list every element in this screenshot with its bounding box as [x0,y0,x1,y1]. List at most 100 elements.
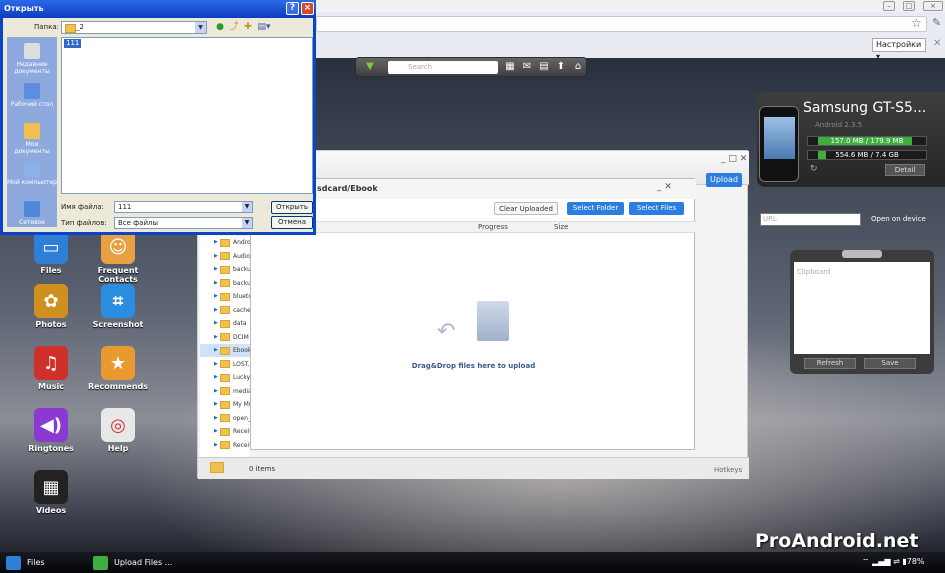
tree-item[interactable]: ▶Receiv [200,425,250,438]
tree-item[interactable]: ▶ cache [200,304,250,317]
tree-item[interactable]: ▶bluetoo [200,290,250,303]
hotkeys-link[interactable]: Hotkeys [714,466,742,474]
tree-item[interactable]: ▶LuckyP [200,371,250,384]
place-documents[interactable]: Мои документы [7,123,57,155]
select-files-button[interactable]: Select Files [629,202,684,215]
open-button[interactable]: Открыть [271,201,313,214]
upload-window-controls[interactable]: _ ✕ [657,182,672,192]
home-icon[interactable]: ⌂ [572,61,584,73]
expand-icon[interactable]: ▶ [214,385,218,398]
taskbar-files[interactable]: Files [6,555,45,570]
expand-icon[interactable]: ▶ [214,425,218,438]
select-folder-button[interactable]: Select Folder [567,202,624,215]
tree-item[interactable]: ▶ Ebook [200,344,250,357]
tree-item[interactable]: ▶ Audio [200,250,250,263]
desktop-icon-videos[interactable]: ▦ Videos [16,470,86,515]
expand-icon[interactable]: ▶ [214,277,218,290]
filename-input[interactable]: 111 ▼ [114,201,253,213]
url-input[interactable]: URL [760,213,861,226]
desktop-icon-music[interactable]: ♫ Music [16,346,86,391]
close-icon[interactable]: × [301,2,314,15]
expand-icon[interactable]: ▶ [214,344,218,357]
drop-zone-message[interactable]: Drag&Drop files here to upload [251,362,696,370]
open-on-device-button[interactable]: Open on device [871,215,926,223]
upload-button[interactable]: Upload [706,173,742,187]
expand-icon[interactable]: ▶ [214,398,218,411]
expand-icon[interactable]: ▶ [214,412,218,425]
expand-icon[interactable]: ▶ [214,250,218,263]
folder-label: Папка: [34,23,60,31]
desktop-icon-recommends[interactable]: ★ Recommends [83,346,153,391]
tree-item[interactable]: ▶My Mu [200,398,250,411]
chevron-down-icon[interactable]: ▼ [242,202,252,212]
tree-item[interactable]: ▶ media [200,385,250,398]
maximize-icon[interactable]: □ [903,1,915,11]
close-panel-icon[interactable]: ✕ [933,38,941,49]
view-menu-icon[interactable]: ▤▾ [256,21,272,33]
expand-icon[interactable]: ▶ [214,358,218,371]
folder-icon [220,441,230,449]
folder-select[interactable]: _2 ▼ [61,21,207,34]
chevron-down-icon[interactable]: ▼ [242,218,252,228]
desktop-icon-screenshot[interactable]: ⌗ Screenshot [83,284,153,329]
search-input[interactable]: Search [388,61,498,74]
tree-item[interactable]: ▶backup [200,263,250,276]
clipboard-textarea[interactable]: Clipboard [794,262,930,354]
expand-icon[interactable]: ▶ [214,317,218,330]
back-icon[interactable]: ● [214,21,226,33]
place-desktop[interactable]: Рабочий стол [7,83,57,108]
settings-dropdown[interactable]: Настройки ▾ [872,38,926,61]
desktop-icon-frequent-contacts[interactable]: ☺ Frequent Contacts [83,230,153,284]
upload-icon[interactable]: ⬆ [555,61,567,73]
help-icon[interactable]: ? [286,2,299,15]
star-icon[interactable]: ☆ [911,16,922,30]
place-computer[interactable]: Мой компьютер [7,161,57,186]
expand-icon[interactable]: ▶ [214,331,218,344]
clipboard-save-button[interactable]: Save [864,358,916,369]
speaker-icon: ◀) [34,408,68,442]
wrench-icon[interactable]: ✎ [932,16,941,29]
expand-icon[interactable]: ▶ [214,439,218,452]
taskbar-upload[interactable]: Upload Files ... [93,555,172,570]
refresh-icon[interactable]: ↻ [810,164,818,174]
tree-item[interactable]: ▶backup [200,277,250,290]
clear-uploaded-button[interactable]: Clear Uploaded [494,202,558,215]
tree-item[interactable]: ▶Receiv [200,439,250,452]
tree-item[interactable]: ▶ DCIM [200,331,250,344]
tree-item[interactable]: ▶open_s [200,412,250,425]
tree-item[interactable]: ▶ data [200,317,250,330]
cancel-button[interactable]: Отмена [271,216,313,229]
place-network[interactable]: Сетевое [7,201,57,226]
filetype-select[interactable]: Все файлы ▼ [114,217,253,229]
list-icon[interactable]: ▤ [538,61,550,73]
address-bar[interactable] [316,16,927,32]
expand-icon[interactable]: ▶ [214,236,218,249]
open-file-dialog: Открыть ? × Папка: _2 ▼ ● ⤴ ✚ ▤▾ Недавние… [0,0,316,235]
desktop-icon-help[interactable]: ◎ Help [83,408,153,453]
place-recent[interactable]: Недавние документы [7,43,57,75]
expand-icon[interactable]: ▶ [214,290,218,303]
tree-item[interactable]: ▶Androi [200,236,250,249]
clipboard-refresh-button[interactable]: Refresh [804,358,856,369]
up-folder-icon[interactable]: ⤴ [228,21,240,33]
chevron-down-icon[interactable]: ▼ [195,22,206,33]
desktop-icon-ringtones[interactable]: ◀) Ringtones [16,408,86,453]
expand-icon[interactable]: ▶ [214,371,218,384]
detail-button[interactable]: Detail [885,164,925,176]
close-icon[interactable]: × [923,1,943,11]
arrow-icon: ↶ [437,319,456,344]
window-controls[interactable]: _ □ ✕ [721,154,747,164]
new-folder-icon[interactable]: ✚ [242,21,254,33]
desktop-icon-photos[interactable]: ✿ Photos [16,284,86,329]
minimize-icon[interactable]: – [883,1,895,11]
apps-icon[interactable]: ▦ [504,61,516,73]
message-icon[interactable]: ✉ [521,61,533,73]
expand-icon[interactable]: ▶ [214,263,218,276]
watermark: ProAndroid.net [755,530,919,552]
expand-icon[interactable]: ▶ [214,304,218,317]
desktop-icon-files[interactable]: ▭ Files [16,230,86,275]
music-icon: ♫ [34,346,68,380]
tree-item[interactable]: ▶LOST.D [200,358,250,371]
logo-icon: ▼ [366,61,374,72]
file-item[interactable]: 111 [64,39,82,48]
